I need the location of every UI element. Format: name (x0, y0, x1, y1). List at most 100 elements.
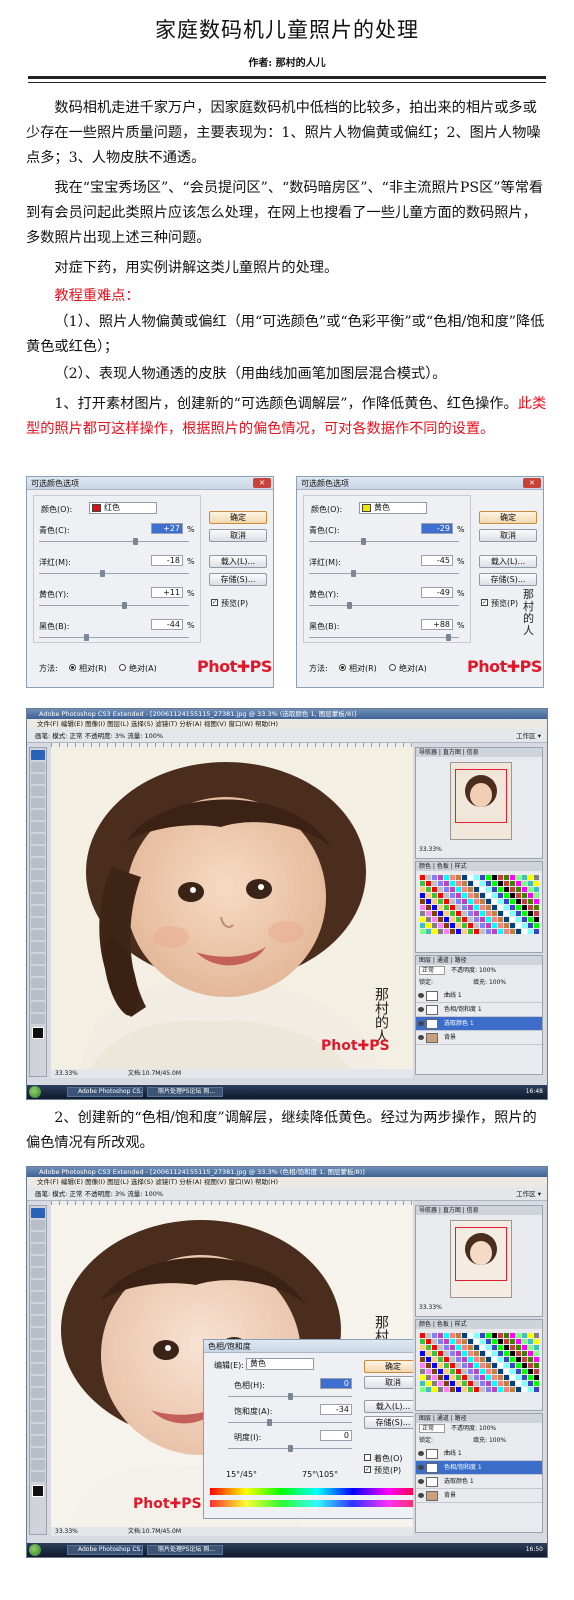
color-swatch[interactable] (480, 1339, 485, 1344)
color-swatch[interactable] (474, 923, 479, 928)
layer-row[interactable]: 色相/饱和度 1 (416, 1003, 542, 1017)
move-tool-icon[interactable] (31, 1220, 45, 1230)
cyan-slider[interactable] (361, 538, 366, 545)
color-swatch[interactable] (504, 1375, 509, 1380)
color-swatch[interactable] (426, 1363, 431, 1368)
color-swatch[interactable] (504, 929, 509, 934)
color-swatch[interactable] (444, 893, 449, 898)
color-swatch[interactable] (462, 911, 467, 916)
color-swatch[interactable] (420, 1387, 425, 1392)
color-swatch[interactable] (486, 1363, 491, 1368)
magenta-slider[interactable] (100, 570, 105, 577)
saturation-slider[interactable] (267, 1419, 272, 1426)
color-swatch[interactable] (534, 923, 539, 928)
saturation-input[interactable]: -34 (320, 1404, 352, 1415)
color-swatch[interactable] (498, 1375, 503, 1380)
pen-tool-icon[interactable] (31, 930, 45, 940)
color-swatch[interactable] (456, 1345, 461, 1350)
color-swatch[interactable] (468, 1333, 473, 1338)
color-swatch[interactable] (426, 1339, 431, 1344)
ok-button[interactable]: 确定 (364, 1360, 413, 1373)
absolute-radio[interactable] (389, 664, 396, 671)
preview-checkbox[interactable]: ✓ (481, 599, 488, 606)
color-swatch[interactable] (516, 881, 521, 886)
color-swatch[interactable] (534, 1381, 539, 1386)
color-swatch[interactable] (426, 1381, 431, 1386)
color-swatch[interactable] (444, 917, 449, 922)
color-swatch[interactable] (468, 1345, 473, 1350)
color-swatch[interactable] (468, 1351, 473, 1356)
color-swatch[interactable] (468, 929, 473, 934)
color-swatch[interactable] (510, 1375, 515, 1380)
color-swatch[interactable] (486, 893, 491, 898)
visibility-eye-icon[interactable] (418, 1479, 424, 1484)
color-swatch[interactable] (444, 1351, 449, 1356)
color-swatch[interactable] (438, 1375, 443, 1380)
color-swatch[interactable] (474, 899, 479, 904)
crop-tool-icon[interactable] (31, 1268, 45, 1278)
color-swatch[interactable] (534, 929, 539, 934)
color-swatch[interactable] (474, 917, 479, 922)
color-swatch[interactable] (492, 875, 497, 880)
color-swatch[interactable] (522, 1375, 527, 1380)
color-swatch[interactable] (456, 1351, 461, 1356)
color-swatch[interactable] (498, 923, 503, 928)
color-swatch[interactable] (510, 923, 515, 928)
blur-tool-icon[interactable] (31, 906, 45, 916)
color-swatch[interactable] (456, 875, 461, 880)
color-swatch[interactable] (516, 1339, 521, 1344)
cyan-slider[interactable] (133, 538, 138, 545)
color-swatch[interactable] (528, 929, 533, 934)
color-swatch[interactable] (468, 923, 473, 928)
color-swatch[interactable] (444, 923, 449, 928)
color-swatch[interactable] (450, 929, 455, 934)
color-swatch[interactable] (462, 905, 467, 910)
color-swatch[interactable] (516, 929, 521, 934)
visibility-eye-icon[interactable] (418, 1451, 424, 1456)
color-swatch[interactable] (432, 1387, 437, 1392)
color-swatch[interactable] (450, 875, 455, 880)
fill-field[interactable]: 填充: 100% (473, 1437, 506, 1444)
color-swatch[interactable] (474, 1375, 479, 1380)
notes-tool-icon[interactable] (31, 978, 45, 988)
color-swatch[interactable] (510, 899, 515, 904)
black-slider[interactable] (446, 634, 451, 641)
color-swatch[interactable] (510, 887, 515, 892)
color-swatch[interactable] (438, 905, 443, 910)
layer-row[interactable]: 选取颜色 1 (416, 1017, 542, 1031)
color-swatch[interactable] (480, 1357, 485, 1362)
yellow-slider[interactable] (347, 602, 352, 609)
color-swatch[interactable] (498, 917, 503, 922)
lasso-tool-icon[interactable] (31, 1244, 45, 1254)
color-swatch[interactable] (534, 1333, 539, 1338)
color-swatch[interactable] (492, 1339, 497, 1344)
color-swatch[interactable] (504, 1369, 509, 1374)
document-canvas[interactable]: 那村的人 Phot✚PS (51, 747, 413, 1069)
color-swatch[interactable] (432, 923, 437, 928)
color-swatch[interactable] (426, 1369, 431, 1374)
color-swatch[interactable] (498, 1339, 503, 1344)
color-swatch[interactable] (504, 899, 509, 904)
color-swatch[interactable] (426, 893, 431, 898)
navigator-tabs[interactable]: 导航器 | 直方图 | 信息 (416, 1206, 542, 1215)
color-swatch[interactable] (480, 1351, 485, 1356)
color-swatch[interactable] (480, 1333, 485, 1338)
color-swatch[interactable] (450, 917, 455, 922)
color-swatch[interactable] (480, 911, 485, 916)
color-swatch[interactable] (438, 1357, 443, 1362)
color-swatch[interactable] (456, 1333, 461, 1338)
color-swatch[interactable] (492, 905, 497, 910)
color-swatch[interactable] (420, 917, 425, 922)
pen-tool-icon[interactable] (31, 1388, 45, 1398)
color-swatch[interactable] (456, 1387, 461, 1392)
color-swatch[interactable] (534, 911, 539, 916)
save-button[interactable]: 存储(S)... (364, 1416, 413, 1429)
color-swatch[interactable] (462, 1375, 467, 1380)
color-swatch[interactable] (444, 1381, 449, 1386)
workspace-button[interactable]: 工作区 ▾ (516, 729, 541, 743)
color-swatch[interactable] (492, 1387, 497, 1392)
color-swatch[interactable] (480, 1369, 485, 1374)
menu-bar[interactable]: 文件(F) 编辑(E) 图像(I) 图层(L) 选择(S) 滤镜(T) 分析(A… (27, 1177, 547, 1187)
color-swatch[interactable] (432, 1369, 437, 1374)
color-swatch[interactable] (498, 1345, 503, 1350)
